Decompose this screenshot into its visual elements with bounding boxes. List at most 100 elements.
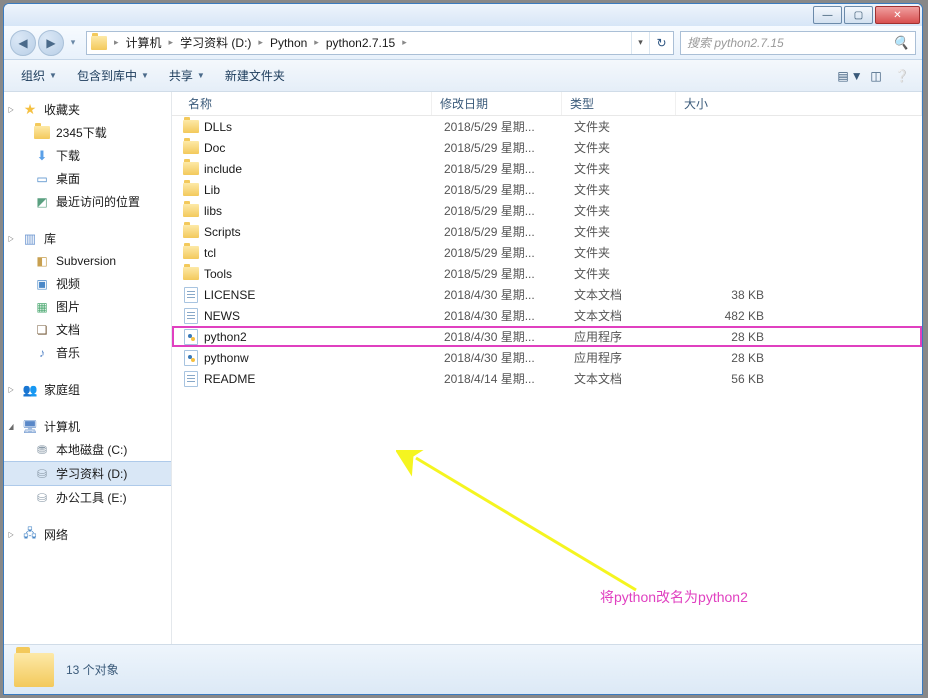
address-bar[interactable]: ▸ 计算机 ▸ 学习资料 (D:) ▸ Python ▸ python2.7.1… xyxy=(86,31,674,55)
file-date: 2018/5/29 星期... xyxy=(444,181,574,198)
vid-icon: ▣ xyxy=(34,276,50,292)
file-type: 文件夹 xyxy=(574,265,688,282)
file-row[interactable]: Doc2018/5/29 星期...文件夹 xyxy=(172,137,922,158)
file-row[interactable]: include2018/5/29 星期...文件夹 xyxy=(172,158,922,179)
file-date: 2018/5/29 星期... xyxy=(444,244,574,261)
file-row[interactable]: libs2018/5/29 星期...文件夹 xyxy=(172,200,922,221)
file-row[interactable]: Lib2018/5/29 星期...文件夹 xyxy=(172,179,922,200)
sidebar-item-disk-d[interactable]: ⛁学习资料 (D:) xyxy=(4,461,171,486)
chevron-right-icon[interactable]: ▸ xyxy=(166,37,177,48)
sidebar-item-label: 音乐 xyxy=(56,344,80,361)
computer-icon: 🖥 xyxy=(22,419,38,435)
text-file-icon xyxy=(184,371,198,387)
maximize-button[interactable]: ▢ xyxy=(844,6,873,24)
file-date: 2018/4/30 星期... xyxy=(444,328,574,345)
file-row[interactable]: pythonw2018/4/30 星期...应用程序28 KB xyxy=(172,347,922,368)
minimize-button[interactable]: — xyxy=(813,6,842,24)
column-size[interactable]: 大小 xyxy=(676,92,922,115)
sidebar-group-label: 收藏夹 xyxy=(44,101,80,118)
file-row[interactable]: LICENSE2018/4/30 星期...文本文档38 KB xyxy=(172,284,922,305)
titlebar: — ▢ ✕ xyxy=(4,4,922,26)
sidebar-group-label: 计算机 xyxy=(44,418,80,435)
homegroup-icon: 👥 xyxy=(22,382,38,398)
column-name[interactable]: 名称 xyxy=(172,92,432,115)
include-library-button[interactable]: 包含到库中▼ xyxy=(68,63,158,88)
network-icon: 🖧 xyxy=(22,527,38,543)
chevron-right-icon[interactable]: ▸ xyxy=(111,37,122,48)
address-dropdown[interactable]: ▾ xyxy=(631,32,649,54)
file-size: 56 KB xyxy=(688,372,784,386)
disk-icon: ⛁ xyxy=(34,490,50,506)
file-row[interactable]: NEWS2018/4/30 星期...文本文档482 KB xyxy=(172,305,922,326)
sidebar-item-videos[interactable]: ▣视频 xyxy=(4,272,171,295)
folder-icon xyxy=(183,204,199,217)
file-date: 2018/5/29 星期... xyxy=(444,265,574,282)
sidebar-item-downloads[interactable]: ⬇下载 xyxy=(4,144,171,167)
sidebar-item-desktop[interactable]: ▭桌面 xyxy=(4,167,171,190)
file-size: 28 KB xyxy=(688,330,784,344)
sidebar-group-libraries[interactable]: ▥ 库 xyxy=(4,227,171,250)
file-date: 2018/5/29 星期... xyxy=(444,223,574,240)
pic-icon: ▦ xyxy=(34,299,50,315)
sidebar-item-disk-c[interactable]: ⛃本地磁盘 (C:) xyxy=(4,438,171,461)
file-row[interactable]: Tools2018/5/29 星期...文件夹 xyxy=(172,263,922,284)
share-button[interactable]: 共享▼ xyxy=(160,63,214,88)
sidebar-item-label: 图片 xyxy=(56,298,80,315)
refresh-button[interactable]: ↻ xyxy=(649,32,673,54)
search-input[interactable]: 搜索 python2.7.15 🔍 xyxy=(680,31,916,55)
file-row[interactable]: python22018/4/30 星期...应用程序28 KB xyxy=(172,326,922,347)
file-date: 2018/5/29 星期... xyxy=(444,160,574,177)
preview-pane-button[interactable]: ◫ xyxy=(864,65,888,87)
doc-icon: ❏ xyxy=(34,322,50,338)
sidebar-item-documents[interactable]: ❏文档 xyxy=(4,318,171,341)
sidebar-item-label: 下载 xyxy=(56,147,80,164)
search-placeholder: 搜索 python2.7.15 xyxy=(687,34,784,51)
back-button[interactable]: ◀ xyxy=(10,30,36,56)
sidebar-group-favorites[interactable]: ★ 收藏夹 xyxy=(4,98,171,121)
file-row[interactable]: Scripts2018/5/29 星期...文件夹 xyxy=(172,221,922,242)
sidebar-item-svn[interactable]: ◧Subversion xyxy=(4,250,171,272)
file-row[interactable]: DLLs2018/5/29 星期...文件夹 xyxy=(172,116,922,137)
sidebar-item-dl2345[interactable]: 2345下载 xyxy=(4,121,171,144)
text-file-icon xyxy=(184,308,198,324)
folder-icon xyxy=(183,246,199,259)
breadcrumb[interactable]: 学习资料 (D:) xyxy=(176,32,255,54)
organize-button[interactable]: 组织▼ xyxy=(12,63,66,88)
sidebar-item-pictures[interactable]: ▦ 图片 xyxy=(4,295,171,318)
breadcrumb[interactable]: Python xyxy=(266,32,311,54)
mus-icon: ♪ xyxy=(34,345,50,361)
sidebar-group-homegroup[interactable]: 👥 家庭组 xyxy=(4,378,171,401)
close-button[interactable]: ✕ xyxy=(875,6,920,24)
file-name: Tools xyxy=(200,267,444,281)
sidebar-item-disk-e[interactable]: ⛁办公工具 (E:) xyxy=(4,486,171,509)
new-folder-button[interactable]: 新建文件夹 xyxy=(216,63,294,88)
file-date: 2018/4/30 星期... xyxy=(444,286,574,303)
chevron-down-icon: ▼ xyxy=(141,71,149,80)
file-row[interactable]: README2018/4/14 星期...文本文档56 KB xyxy=(172,368,922,389)
sidebar-group-computer[interactable]: 🖥 计算机 xyxy=(4,415,171,438)
file-type: 文件夹 xyxy=(574,160,688,177)
sidebar-item-music[interactable]: ♪ 音乐 xyxy=(4,341,171,364)
nav-history-dropdown[interactable]: ▾ xyxy=(66,33,80,53)
help-button[interactable]: ❔ xyxy=(890,65,914,87)
file-type: 文件夹 xyxy=(574,181,688,198)
file-size: 482 KB xyxy=(688,309,784,323)
breadcrumb[interactable]: python2.7.15 xyxy=(322,32,399,54)
chevron-right-icon[interactable]: ▸ xyxy=(311,37,322,48)
chevron-right-icon[interactable]: ▸ xyxy=(399,37,410,48)
forward-button[interactable]: ▶ xyxy=(38,30,64,56)
chevron-right-icon[interactable]: ▸ xyxy=(255,37,266,48)
sidebar-group-network[interactable]: 🖧 网络 xyxy=(4,523,171,546)
folder-icon xyxy=(183,225,199,238)
breadcrumb[interactable]: 计算机 xyxy=(122,32,166,54)
file-name: tcl xyxy=(200,246,444,260)
column-date[interactable]: 修改日期 xyxy=(432,92,562,115)
arrow-left-icon: ◀ xyxy=(18,36,27,50)
file-type: 文本文档 xyxy=(574,286,688,303)
view-button[interactable]: ▤▼ xyxy=(838,65,862,87)
file-row[interactable]: tcl2018/5/29 星期...文件夹 xyxy=(172,242,922,263)
sidebar-item-recent[interactable]: ◩最近访问的位置 xyxy=(4,190,171,213)
file-name: pythonw xyxy=(200,351,444,365)
refresh-icon: ↻ xyxy=(656,36,666,50)
column-type[interactable]: 类型 xyxy=(562,92,676,115)
